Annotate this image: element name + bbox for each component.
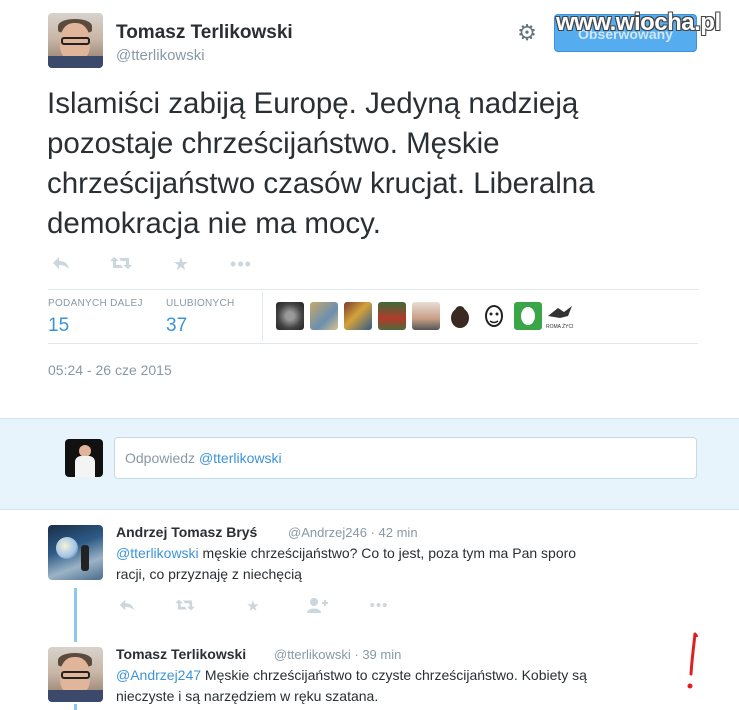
reply-author-handle[interactable]: @tterlikowski · 39 min bbox=[274, 647, 401, 662]
divider bbox=[48, 343, 698, 344]
retweet-icon[interactable] bbox=[108, 254, 134, 277]
reply-avatar[interactable] bbox=[48, 525, 103, 580]
reply-icon[interactable] bbox=[48, 254, 74, 277]
exclamation-annotation-icon bbox=[687, 632, 698, 689]
author-handle[interactable]: @tterlikowski bbox=[116, 47, 205, 64]
divider bbox=[48, 289, 698, 290]
user-avatar bbox=[65, 439, 103, 477]
follow-user-icon[interactable] bbox=[306, 597, 328, 617]
svg-text:ROMA ŻYCI: ROMA ŻYCI bbox=[546, 323, 574, 330]
main-tweet: Tomasz Terlikowski @tterlikowski ⚙ Obser… bbox=[0, 0, 739, 418]
favoriter-avatar[interactable] bbox=[378, 302, 406, 330]
reply-time[interactable]: 42 min bbox=[379, 525, 418, 540]
favoriter-avatar[interactable]: ROMA ŻYCI bbox=[544, 302, 576, 330]
favoriter-avatar[interactable] bbox=[310, 302, 338, 330]
favoriter-avatar[interactable] bbox=[412, 302, 440, 330]
reply-text: @tterlikowski męskie chrześcijaństwo? Co… bbox=[116, 545, 577, 582]
favorites-label[interactable]: ULUBIONYCH bbox=[166, 298, 235, 309]
star-icon[interactable]: ★ bbox=[242, 597, 264, 615]
favoriter-avatar[interactable] bbox=[344, 302, 372, 330]
divider bbox=[262, 292, 263, 341]
gear-icon[interactable]: ⚙ bbox=[515, 21, 539, 45]
reply-author-name[interactable]: Tomasz Terlikowski bbox=[116, 646, 246, 662]
reply-mention[interactable]: @Andrzej247 bbox=[116, 667, 201, 683]
reply-text: @Andrzej247 Męskie chrześcijaństwo to cz… bbox=[116, 667, 587, 704]
more-icon[interactable]: ••• bbox=[368, 597, 390, 614]
reply-avatar[interactable] bbox=[48, 647, 103, 702]
thread-connector bbox=[74, 704, 77, 710]
reply-author-handle[interactable]: @Andrzej246 · 42 min bbox=[288, 525, 418, 540]
favoriter-avatar[interactable] bbox=[276, 302, 304, 330]
reply-input[interactable]: Odpowiedz @tterlikowski bbox=[114, 437, 697, 479]
retweets-label[interactable]: PODANYCH DALEJ bbox=[48, 298, 143, 309]
reply-time[interactable]: 39 min bbox=[362, 647, 401, 662]
favorites-count[interactable]: 37 bbox=[166, 315, 187, 337]
author-avatar[interactable] bbox=[48, 13, 103, 68]
reply-placeholder: Odpowiedz bbox=[125, 450, 199, 466]
reply-placeholder-mention: @tterlikowski bbox=[198, 450, 282, 466]
star-icon[interactable]: ★ bbox=[168, 254, 194, 275]
author-name[interactable]: Tomasz Terlikowski bbox=[116, 22, 293, 44]
favoriter-avatar[interactable] bbox=[480, 302, 508, 330]
retweet-icon[interactable] bbox=[174, 597, 196, 617]
more-icon[interactable]: ••• bbox=[228, 254, 254, 275]
tweet-timestamp[interactable]: 05:24 - 26 cze 2015 bbox=[48, 362, 172, 378]
reply-author-name[interactable]: Andrzej Tomasz Bryś bbox=[116, 524, 257, 540]
retweets-count[interactable]: 15 bbox=[48, 315, 69, 337]
tweet-text: Islamiści zabiją Europę. Jedyną nadzieją… bbox=[47, 87, 595, 240]
reply-icon[interactable] bbox=[116, 597, 138, 617]
thread-connector bbox=[74, 588, 77, 642]
watermark-logo: www.wiocha.pl bbox=[556, 9, 721, 36]
favoriter-avatar[interactable] bbox=[514, 302, 542, 330]
favoriter-avatar[interactable] bbox=[446, 302, 474, 330]
reply-mention[interactable]: @tterlikowski bbox=[116, 545, 199, 561]
